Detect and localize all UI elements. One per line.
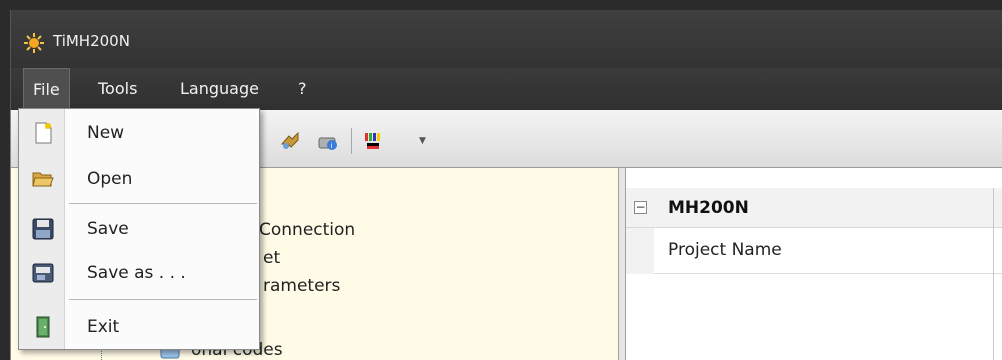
- tree-item-set[interactable]: et: [263, 248, 280, 268]
- file-dropdown-menu: New Open Save Save as . . . Exit: [18, 108, 260, 350]
- chevron-down-icon[interactable]: ▼: [419, 136, 426, 146]
- exit-door-icon: [36, 316, 50, 338]
- pane-splitter[interactable]: [618, 168, 626, 360]
- open-folder-icon: [32, 172, 54, 187]
- new-document-icon: [35, 122, 52, 144]
- toolbar-separator: [351, 128, 352, 154]
- menu-item-label: Exit: [87, 317, 120, 337]
- menu-item-exit[interactable]: Exit: [19, 305, 259, 349]
- menu-item-label: Save: [87, 219, 129, 239]
- menu-bar: File Tools Language ?: [10, 68, 1002, 110]
- device-info-icon[interactable]: i: [317, 130, 339, 152]
- transfer-icon[interactable]: [279, 130, 301, 152]
- menu-item-new[interactable]: New: [19, 111, 259, 155]
- menu-file[interactable]: File: [23, 68, 70, 110]
- property-row[interactable]: Project Name: [626, 228, 1002, 274]
- property-group-header: − MH200N: [626, 188, 1002, 228]
- menu-item-label: New: [87, 123, 125, 143]
- menu-item-save-as[interactable]: Save as . . .: [19, 251, 259, 295]
- menu-item-save[interactable]: Save: [19, 207, 259, 251]
- tree-item-parameters[interactable]: rameters: [263, 276, 340, 296]
- menu-separator: [69, 299, 257, 300]
- properties-pane: − MH200N Project Name: [626, 168, 1002, 360]
- menu-separator: [69, 203, 257, 204]
- property-group-title: MH200N: [668, 198, 749, 218]
- window-title: TiMH200N: [53, 32, 130, 50]
- svg-text:i: i: [331, 142, 333, 150]
- collapse-icon[interactable]: −: [634, 201, 647, 214]
- menu-tools[interactable]: Tools: [89, 68, 146, 110]
- property-row-gutter: [626, 228, 654, 274]
- menu-language[interactable]: Language: [171, 68, 268, 110]
- app-sun-icon: [24, 33, 44, 53]
- save-disk-icon: [32, 218, 54, 240]
- property-name-project: Project Name: [668, 240, 782, 260]
- menu-item-label: Save as . . .: [87, 263, 186, 283]
- language-flags-icon[interactable]: [363, 130, 385, 152]
- menu-item-label: Open: [87, 169, 133, 189]
- save-as-icon: [32, 263, 54, 283]
- title-bar: TiMH200N: [10, 10, 1002, 68]
- property-value-divider: [993, 188, 994, 360]
- tree-item-connection[interactable]: Connection: [259, 220, 355, 240]
- menu-item-open[interactable]: Open: [19, 157, 259, 201]
- menu-help[interactable]: ?: [289, 68, 316, 110]
